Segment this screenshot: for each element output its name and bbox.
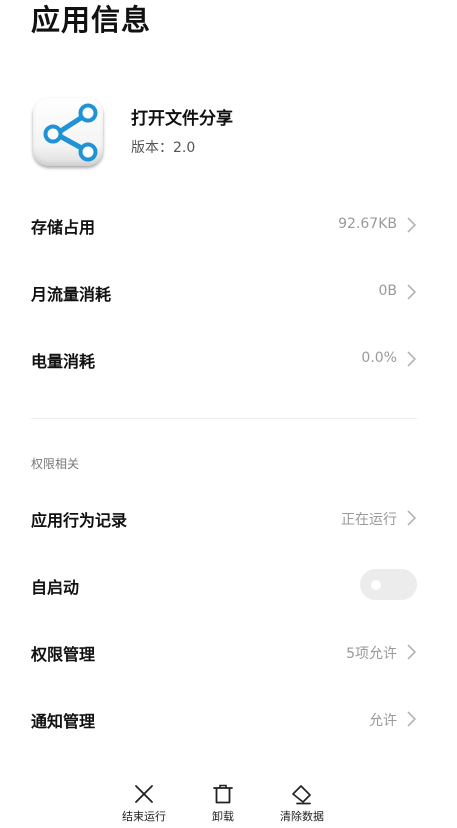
trash-icon — [213, 784, 233, 804]
toggle-knob — [371, 580, 381, 590]
notification-manage-label: 通知管理 — [31, 712, 96, 731]
battery-row[interactable]: 电量消耗 0.0% — [31, 338, 417, 378]
storage-value: 92.67KB — [338, 216, 397, 232]
permission-manage-row[interactable]: 权限管理 5项允许 — [31, 631, 417, 671]
traffic-row[interactable]: 月流量消耗 0B — [31, 271, 417, 311]
app-icon — [33, 98, 103, 166]
stop-button[interactable]: 结束运行 — [109, 778, 179, 828]
uninstall-label: 卸载 — [212, 810, 234, 823]
battery-label: 电量消耗 — [31, 352, 96, 371]
notification-manage-value: 允许 — [369, 713, 397, 729]
autostart-label: 自启动 — [31, 578, 80, 597]
storage-row[interactable]: 存储占用 92.67KB — [31, 204, 417, 244]
notification-manage-row[interactable]: 通知管理 允许 — [31, 698, 417, 738]
autostart-toggle[interactable] — [360, 569, 417, 600]
traffic-value: 0B — [378, 283, 397, 299]
clear-data-label: 清除数据 — [280, 810, 324, 823]
behavior-record-row[interactable]: 应用行为记录 正在运行 — [31, 497, 417, 537]
chevron-right-icon — [407, 351, 417, 367]
chevron-right-icon — [407, 217, 417, 233]
permissions-section-title: 权限相关 — [31, 457, 80, 471]
app-header: 打开文件分享 版本：2.0 — [33, 98, 423, 168]
permission-manage-value: 5项允许 — [346, 646, 397, 662]
chevron-right-icon — [407, 284, 417, 300]
app-version: 版本：2.0 — [131, 140, 196, 156]
battery-value: 0.0% — [361, 350, 397, 366]
close-icon — [135, 785, 153, 803]
share-icon — [43, 103, 98, 162]
bottom-action-bar: 结束运行 卸载 清除数据 — [0, 778, 457, 828]
chevron-right-icon — [407, 510, 417, 526]
eraser-icon — [292, 785, 311, 805]
chevron-right-icon — [407, 644, 417, 660]
behavior-record-label: 应用行为记录 — [31, 511, 128, 530]
page-title: 应用信息 — [31, 3, 152, 37]
traffic-label: 月流量消耗 — [31, 285, 112, 304]
permission-manage-label: 权限管理 — [31, 645, 96, 664]
stop-label: 结束运行 — [122, 810, 166, 823]
uninstall-button[interactable]: 卸载 — [188, 778, 258, 828]
section-divider — [31, 418, 417, 419]
behavior-record-value: 正在运行 — [341, 512, 397, 528]
app-name: 打开文件分享 — [131, 109, 233, 129]
autostart-row: 自启动 — [31, 564, 417, 604]
chevron-right-icon — [407, 711, 417, 727]
storage-label: 存储占用 — [31, 218, 96, 237]
clear-data-button[interactable]: 清除数据 — [267, 778, 337, 828]
